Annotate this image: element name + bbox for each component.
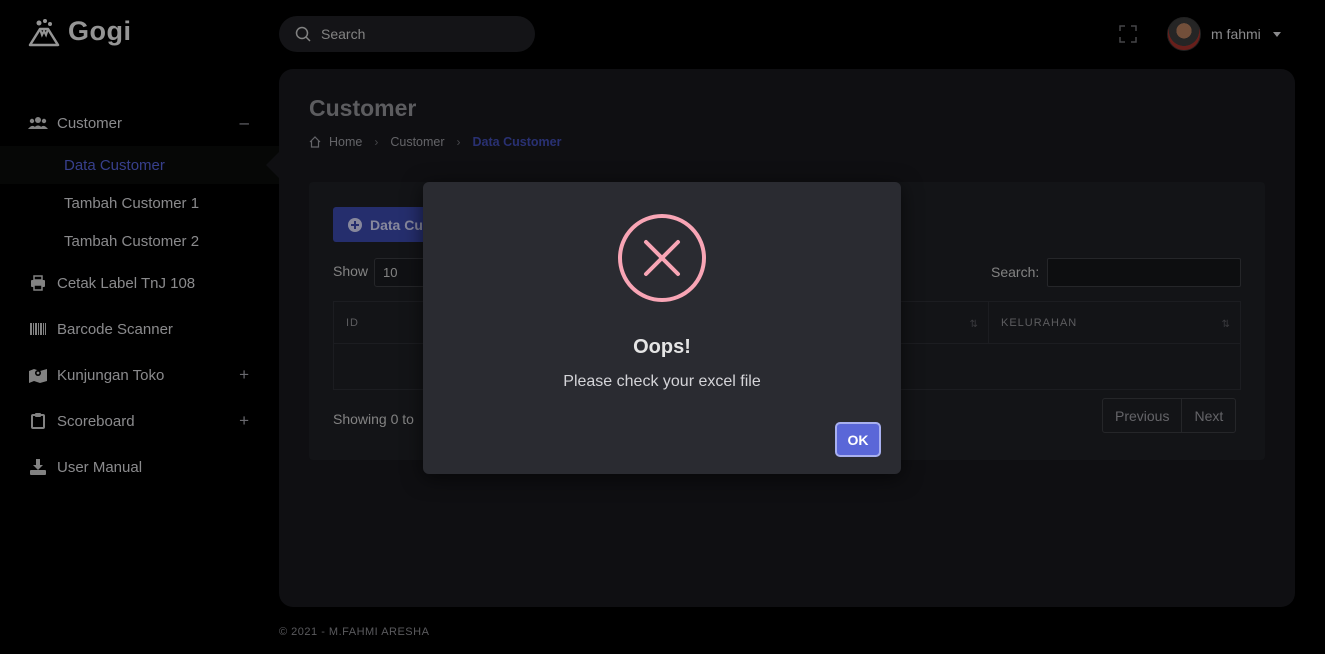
error-dialog: Oops! Please check your excel file OK	[423, 182, 901, 474]
error-x-icon	[618, 214, 706, 302]
dialog-message: Please check your excel file	[563, 373, 761, 390]
ok-button[interactable]: OK	[835, 422, 881, 457]
dialog-title: Oops!	[633, 336, 691, 358]
